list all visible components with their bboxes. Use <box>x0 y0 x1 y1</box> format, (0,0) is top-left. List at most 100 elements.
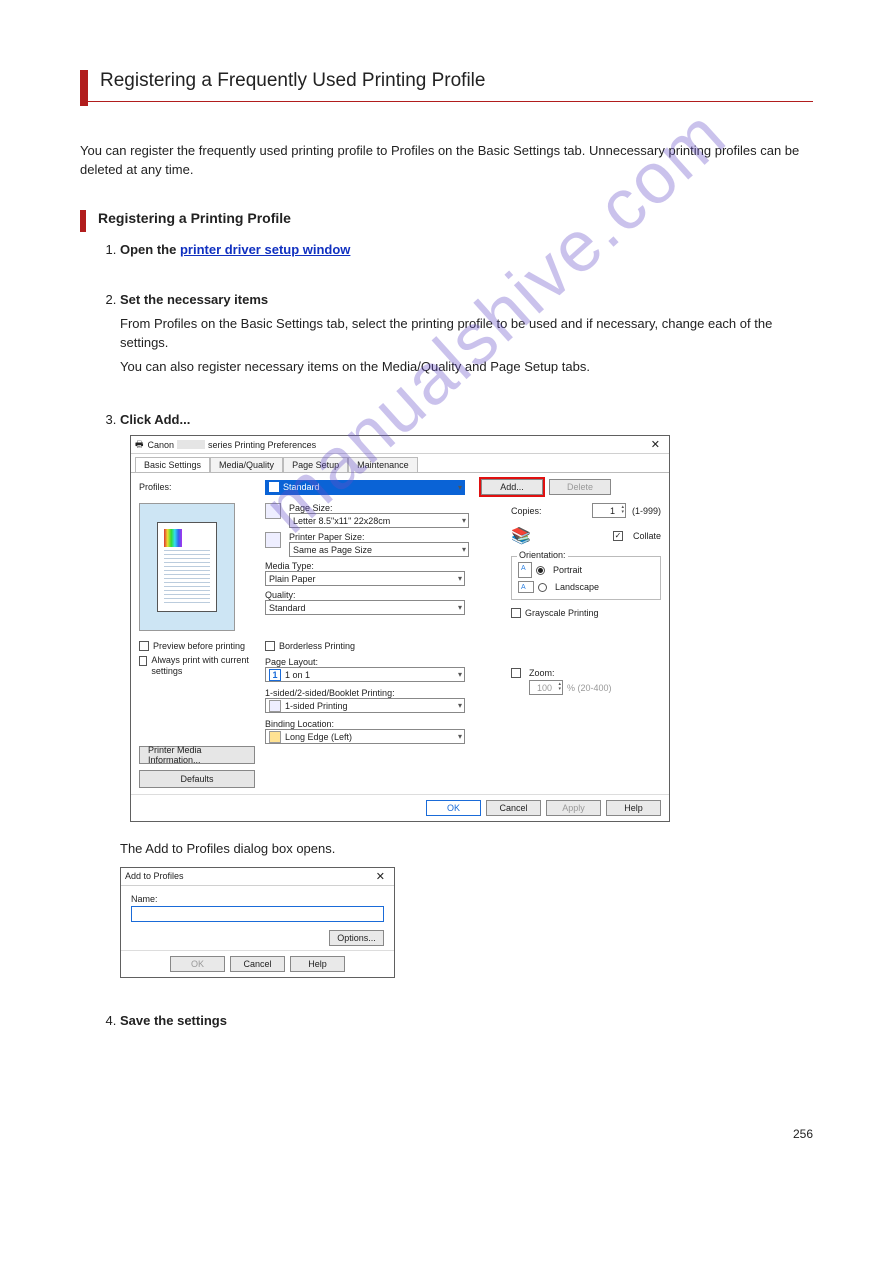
tab-media-quality[interactable]: Media/Quality <box>210 457 283 472</box>
landscape-label: Landscape <box>555 582 599 592</box>
quality-value: Standard <box>269 603 306 613</box>
section-heading-row: Registering a Printing Profile <box>80 210 813 232</box>
portrait-label: Portrait <box>553 565 582 575</box>
page-size-label: Page Size: <box>289 503 501 513</box>
defaults-button[interactable]: Defaults <box>139 770 255 788</box>
preview-before-label: Preview before printing <box>153 641 245 651</box>
small-help-button[interactable]: Help <box>290 956 345 972</box>
page-layout-value: 1 on 1 <box>285 670 310 680</box>
collate-icon: 📚 <box>511 526 531 546</box>
name-label: Name: <box>131 894 384 904</box>
collate-checkbox[interactable]: ✓ <box>613 531 623 541</box>
step-2-head: Set the necessary items <box>120 292 813 307</box>
step-4-head: Save the settings <box>120 1013 813 1028</box>
small-close-icon[interactable]: ✕ <box>371 870 390 883</box>
delete-button[interactable]: Delete <box>549 479 611 495</box>
ok-button[interactable]: OK <box>426 800 481 816</box>
zoom-range: % (20-400) <box>567 683 612 693</box>
preview-rainbow-icon <box>164 529 182 547</box>
dialog-titlebar: 🖶 Canon series Printing Preferences ✕ <box>131 436 669 454</box>
binding-label: Binding Location: <box>265 719 501 729</box>
add-profile-dialog: Add to Profiles ✕ Name: Options... OK Ca… <box>120 867 395 978</box>
name-input[interactable] <box>131 906 384 922</box>
tab-basic-settings[interactable]: Basic Settings <box>135 457 210 472</box>
small-button-row: OK Cancel Help <box>121 950 394 977</box>
small-ok-button[interactable]: OK <box>170 956 225 972</box>
portrait-thumb-icon <box>518 562 532 578</box>
options-button[interactable]: Options... <box>329 930 384 946</box>
always-print-row: Always print with current settings <box>139 655 255 677</box>
preview-before-checkbox[interactable] <box>139 641 149 651</box>
binding-select[interactable]: Long Edge (Left) <box>265 729 465 744</box>
printer-icon: 🖶 <box>135 437 144 453</box>
tab-strip: Basic Settings Media/Quality Page Setup … <box>131 454 669 473</box>
borderless-checkbox[interactable] <box>265 641 275 651</box>
printer-driver-link[interactable]: printer driver setup window <box>180 242 350 257</box>
dialog-button-row: OK Cancel Apply Help <box>131 794 669 821</box>
apply-button[interactable]: Apply <box>546 800 601 816</box>
help-button[interactable]: Help <box>606 800 661 816</box>
page-title: Registering a Frequently Used Printing P… <box>100 70 485 106</box>
always-print-checkbox[interactable] <box>139 656 147 666</box>
tab-maintenance[interactable]: Maintenance <box>348 457 418 472</box>
preview-lines <box>164 550 210 604</box>
quality-select[interactable]: Standard <box>265 600 465 615</box>
dialog-title-suffix: series Printing Preferences <box>208 440 316 450</box>
zoom-checkbox[interactable] <box>511 668 521 678</box>
orientation-group: Orientation: Portrait Landscape <box>511 556 661 600</box>
zoom-label: Zoom: <box>529 668 555 678</box>
step-4: Save the settings <box>120 1013 813 1028</box>
collate-label: Collate <box>633 531 661 541</box>
binding-value: Long Edge (Left) <box>285 732 352 742</box>
add-button[interactable]: Add... <box>481 479 543 495</box>
tab-pane: Profiles: Standard Add... Delete <box>131 473 669 794</box>
borderless-label: Borderless Printing <box>279 641 355 651</box>
right-column: Copies: 1 (1-999) 📚 ✓ Collate Ori <box>511 503 661 788</box>
title-accent-bar <box>80 70 88 106</box>
media-type-value: Plain Paper <box>269 574 316 584</box>
center-column: Page Size: Letter 8.5"x11" 22x28cm Print… <box>265 503 501 788</box>
step-3: Click Add... 🖶 Canon series Printing Pre… <box>120 412 813 977</box>
portrait-radio[interactable] <box>536 566 545 575</box>
sided-label: 1-sided/2-sided/Booklet Printing: <box>265 688 501 698</box>
step-3-after: The Add to Profiles dialog box opens. <box>120 840 813 859</box>
dialog-title-prefix: Canon <box>148 440 175 450</box>
printer-paper-icon <box>265 532 281 548</box>
printer-media-info-button[interactable]: Printer Media Information... <box>139 746 255 764</box>
preview-box <box>139 503 235 631</box>
tab-page-setup[interactable]: Page Setup <box>283 457 348 472</box>
step-1: Open the printer driver setup window <box>120 242 813 257</box>
page-size-value: Letter 8.5"x11" 22x28cm <box>293 516 390 526</box>
profiles-label: Profiles: <box>139 482 259 492</box>
orientation-label: Orientation: <box>517 550 568 560</box>
always-print-label: Always print with current settings <box>151 655 255 677</box>
sided-icon <box>269 700 281 712</box>
small-titlebar: Add to Profiles ✕ <box>121 868 394 886</box>
profiles-select[interactable]: Standard <box>265 480 465 495</box>
sided-select[interactable]: 1-sided Printing <box>265 698 465 713</box>
intro-paragraph: You can register the frequently used pri… <box>80 142 813 180</box>
copies-spinner[interactable]: 1 <box>592 503 626 518</box>
borderless-row: Borderless Printing <box>265 641 501 651</box>
page-size-select[interactable]: Letter 8.5"x11" 22x28cm <box>289 513 469 528</box>
page-layout-select[interactable]: 1 1 on 1 <box>265 667 465 682</box>
cancel-button[interactable]: Cancel <box>486 800 541 816</box>
small-cancel-button[interactable]: Cancel <box>230 956 285 972</box>
media-type-label: Media Type: <box>265 561 501 571</box>
small-dialog-title: Add to Profiles <box>125 871 184 881</box>
zoom-spinner[interactable]: 100 <box>529 680 563 695</box>
section-accent-bar <box>80 210 86 232</box>
profiles-icon <box>269 482 279 492</box>
printer-paper-select[interactable]: Same as Page Size <box>289 542 469 557</box>
section-heading: Registering a Printing Profile <box>98 210 291 232</box>
page-size-icon <box>265 503 281 519</box>
sided-value: 1-sided Printing <box>285 701 348 711</box>
landscape-radio[interactable] <box>538 583 547 592</box>
close-icon[interactable]: ✕ <box>646 438 665 451</box>
grayscale-checkbox[interactable] <box>511 608 521 618</box>
page-layout-thumb: 1 <box>269 669 281 681</box>
copies-range: (1-999) <box>632 506 661 516</box>
step-2-body1: From Profiles on the Basic Settings tab,… <box>120 315 813 353</box>
media-type-select[interactable]: Plain Paper <box>265 571 465 586</box>
copies-label: Copies: <box>511 506 542 516</box>
